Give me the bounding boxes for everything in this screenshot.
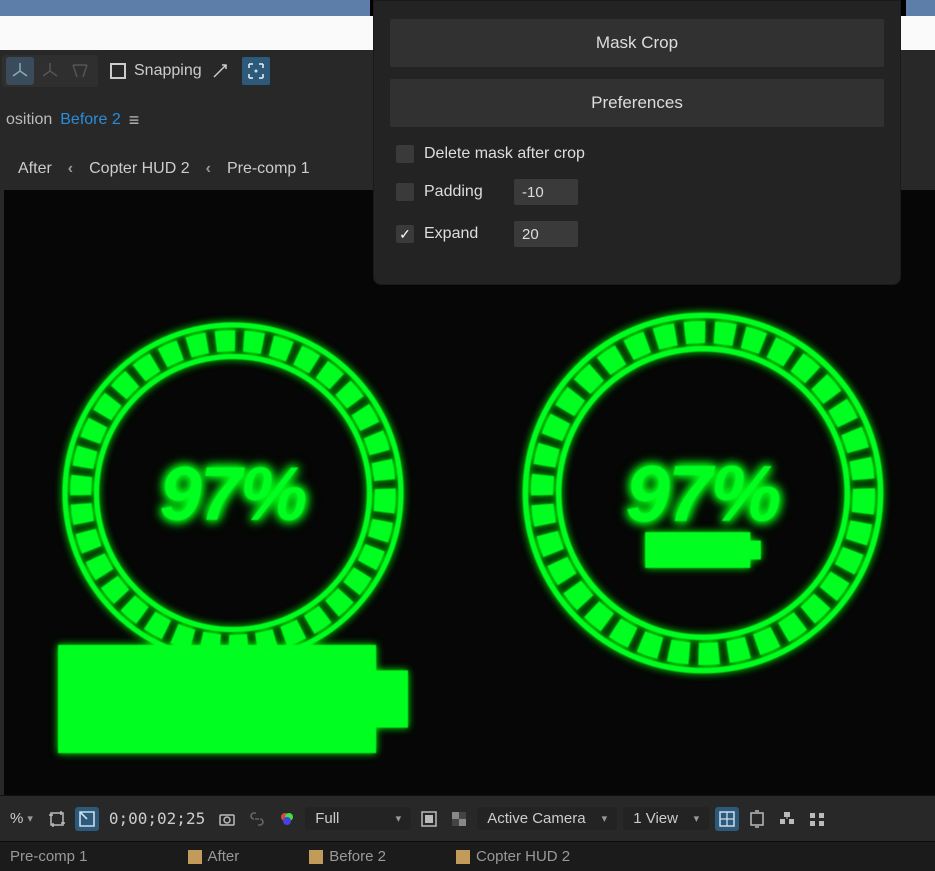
reveal-icon bbox=[807, 809, 827, 829]
hud-gauge-left: 97% bbox=[58, 318, 408, 668]
angle-icon bbox=[210, 61, 230, 81]
padding-input[interactable]: -10 bbox=[514, 179, 578, 205]
snapping-label: Snapping bbox=[134, 62, 202, 80]
preferences-label: Preferences bbox=[591, 93, 683, 113]
camera-dropdown[interactable]: Active Camera ▾ bbox=[477, 807, 617, 830]
caret-down-icon: ▾ bbox=[396, 812, 402, 825]
axis-view-button[interactable] bbox=[66, 57, 94, 85]
expand-input[interactable]: 20 bbox=[514, 221, 578, 247]
battery-icon bbox=[645, 530, 761, 570]
region-of-interest-button[interactable] bbox=[75, 807, 99, 831]
caret-down-icon: ▾ bbox=[27, 812, 33, 825]
composition-prefix: osition bbox=[6, 111, 52, 129]
expand-checkbox[interactable] bbox=[396, 225, 414, 243]
flowchart-icon bbox=[777, 809, 797, 829]
timeline-tab-label: Before 2 bbox=[329, 848, 386, 865]
region-icon bbox=[77, 809, 97, 829]
zoom-dropdown[interactable]: % ▾ bbox=[4, 810, 39, 827]
color-swatch-icon bbox=[309, 850, 323, 864]
snapping-checkbox-icon bbox=[110, 63, 126, 79]
breadcrumb-item[interactable]: Copter HUD 2 bbox=[83, 156, 195, 182]
axis-icon bbox=[40, 61, 60, 81]
snapshot-button[interactable] bbox=[215, 807, 239, 831]
padding-row: Padding -10 bbox=[390, 177, 884, 207]
title-bar-fragment bbox=[0, 0, 370, 16]
guides-button[interactable] bbox=[715, 807, 739, 831]
transparency-grid-icon bbox=[449, 809, 469, 829]
camera-value: Active Camera bbox=[487, 810, 585, 827]
caret-down-icon: ▾ bbox=[602, 812, 608, 825]
delete-mask-checkbox[interactable] bbox=[396, 145, 414, 163]
anchor-icon bbox=[70, 61, 90, 81]
preferences-button[interactable]: Preferences bbox=[390, 79, 884, 127]
timeline-tab[interactable]: After bbox=[188, 848, 240, 865]
chevron-left-icon: ‹ bbox=[206, 160, 211, 178]
current-timecode[interactable]: 0;00;02;25 bbox=[105, 809, 209, 828]
show-channel-button[interactable] bbox=[245, 807, 269, 831]
axis-world-button[interactable] bbox=[36, 57, 64, 85]
expand-label: Expand bbox=[424, 225, 486, 243]
padding-checkbox[interactable] bbox=[396, 183, 414, 201]
delete-mask-row: Delete mask after crop bbox=[390, 143, 884, 165]
comp-snap-button[interactable] bbox=[745, 807, 769, 831]
timeline-tabs: Pre-comp 1 After Before 2 Copter HUD 2 bbox=[0, 841, 935, 871]
mask-crop-panel: Mask Crop Preferences Delete mask after … bbox=[373, 0, 901, 285]
link-icon bbox=[247, 809, 267, 829]
hud-percent-text: 97% bbox=[625, 448, 779, 540]
timeline-tab[interactable]: Before 2 bbox=[309, 848, 386, 865]
viewport-gutter bbox=[0, 190, 4, 795]
battery-icon bbox=[58, 524, 408, 795]
guides-icon bbox=[717, 809, 737, 829]
chevron-left-icon: ‹ bbox=[68, 160, 73, 178]
view-count-dropdown[interactable]: 1 View ▾ bbox=[623, 807, 709, 830]
breadcrumb-item[interactable]: Pre-comp 1 bbox=[221, 156, 316, 182]
aperture-icon bbox=[277, 809, 297, 829]
panel-menu-button[interactable]: ≡ bbox=[129, 110, 140, 131]
padding-label: Padding bbox=[424, 183, 486, 201]
mask-crop-label: Mask Crop bbox=[596, 33, 678, 53]
hud-gauge-right: 97% bbox=[518, 308, 888, 678]
camera-icon bbox=[217, 809, 237, 829]
timeline-tab-label: Copter HUD 2 bbox=[476, 848, 570, 865]
title-bar-fragment-right bbox=[906, 0, 935, 16]
axis-local-button[interactable] bbox=[6, 57, 34, 85]
viewer-controls-bar: % ▾ 0;00;02;25 Full ▾ Active Camera ▾ 1 … bbox=[0, 795, 935, 841]
axis-icon bbox=[10, 61, 30, 81]
snap-icon bbox=[747, 809, 767, 829]
caret-down-icon: ▾ bbox=[694, 812, 700, 825]
transparency-grid-button[interactable] bbox=[447, 807, 471, 831]
breadcrumb-item[interactable]: After bbox=[12, 156, 58, 182]
color-swatch-icon bbox=[188, 850, 202, 864]
timeline-tab-label: Pre-comp 1 bbox=[10, 848, 88, 865]
timeline-tab[interactable]: Copter HUD 2 bbox=[456, 848, 570, 865]
timeline-tab[interactable]: Pre-comp 1 bbox=[10, 848, 88, 865]
snapping-toggle[interactable]: Snapping bbox=[102, 61, 238, 81]
resolution-value: Full bbox=[315, 810, 339, 827]
active-composition-name[interactable]: Before 2 bbox=[60, 111, 120, 129]
color-management-button[interactable] bbox=[275, 807, 299, 831]
mask-visibility-button[interactable] bbox=[417, 807, 441, 831]
view-count-value: 1 View bbox=[633, 810, 678, 827]
axis-tool-group bbox=[2, 55, 98, 87]
crop-icon bbox=[47, 809, 67, 829]
color-swatch-icon bbox=[456, 850, 470, 864]
expand-row: Expand 20 bbox=[390, 219, 884, 249]
timeline-tab-label: After bbox=[208, 848, 240, 865]
resolution-dropdown[interactable]: Full ▾ bbox=[305, 807, 411, 830]
mask-icon bbox=[419, 809, 439, 829]
expand-grid-button[interactable] bbox=[242, 57, 270, 85]
zoom-value: % bbox=[10, 810, 23, 827]
delete-mask-label: Delete mask after crop bbox=[424, 145, 585, 163]
expand-grid-icon bbox=[247, 62, 265, 80]
flowchart-button[interactable] bbox=[775, 807, 799, 831]
reveal-comp-button[interactable] bbox=[805, 807, 829, 831]
mask-crop-button[interactable]: Mask Crop bbox=[390, 19, 884, 67]
crop-button[interactable] bbox=[45, 807, 69, 831]
